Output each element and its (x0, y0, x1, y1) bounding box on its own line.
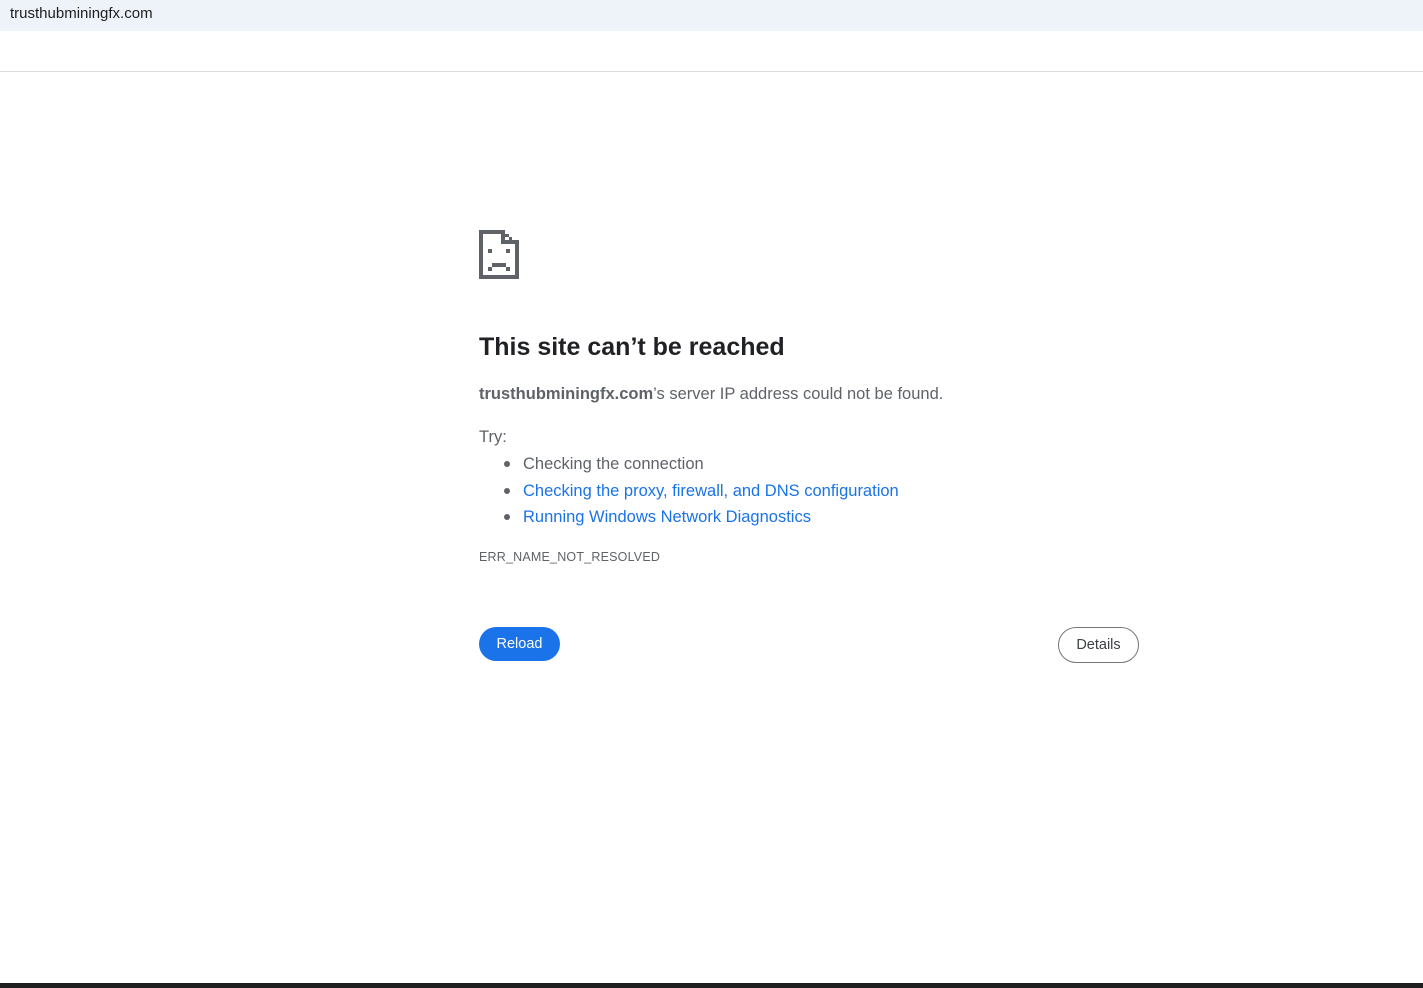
suggestion-item: Running Windows Network Diagnostics (504, 504, 899, 531)
suggestion-network-diagnostics-link[interactable]: Running Windows Network Diagnostics (523, 508, 811, 526)
suggestion-list: Checking the connection Checking the pro… (479, 451, 899, 531)
url-text[interactable]: trusthubminingfx.com (10, 5, 153, 23)
error-container: This site can’t be reached trusthubminin… (479, 230, 1139, 663)
browser-page: trusthubminingfx.com This site can’t be … (0, 0, 1423, 988)
suggestion-item: Checking the connection (504, 451, 899, 478)
reload-button[interactable]: Reload (479, 627, 560, 661)
bottom-border (0, 983, 1423, 988)
details-button[interactable]: Details (1058, 627, 1139, 663)
address-bar[interactable]: trusthubminingfx.com (0, 0, 1423, 31)
error-code: ERR_NAME_NOT_RESOLVED (479, 550, 661, 564)
try-label: Try: (479, 428, 507, 446)
error-heading: This site can’t be reached (479, 333, 785, 361)
toolbar-strip (0, 31, 1423, 72)
suggestion-check-connection: Checking the connection (523, 455, 704, 473)
error-summary-suffix: ’s server IP address could not be found. (653, 385, 944, 403)
sad-page-icon (479, 230, 519, 279)
suggestion-proxy-firewall-dns-link[interactable]: Checking the proxy, firewall, and DNS co… (523, 482, 899, 500)
error-host: trusthubminingfx.com (479, 385, 654, 403)
suggestion-item: Checking the proxy, firewall, and DNS co… (504, 478, 899, 505)
error-summary: trusthubminingfx.com’s server IP address… (479, 383, 943, 405)
